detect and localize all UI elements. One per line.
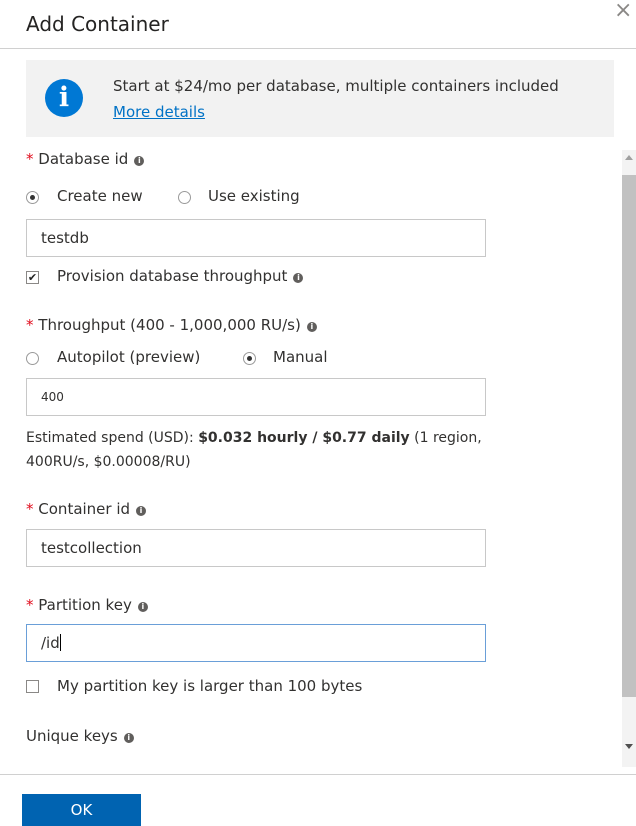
- autopilot-label[interactable]: Autopilot (preview): [57, 348, 200, 366]
- scroll-down-icon[interactable]: [625, 744, 633, 749]
- text-caret: [59, 634, 61, 651]
- manual-label[interactable]: Manual: [273, 348, 328, 366]
- close-icon[interactable]: ×: [614, 0, 632, 24]
- required-marker: *: [26, 150, 34, 168]
- throughput-input[interactable]: 400: [26, 378, 486, 416]
- throughput-text: Throughput (400 - 1,000,000 RU/s): [38, 316, 301, 334]
- database-id-input[interactable]: testdb: [26, 219, 486, 257]
- unique-keys-label: Unique keys i: [26, 727, 134, 745]
- spend-suffix: (1 region,: [409, 430, 482, 446]
- info-tooltip-icon[interactable]: i: [306, 322, 317, 332]
- provision-throughput-checkbox[interactable]: ✔: [26, 271, 39, 284]
- container-id-input[interactable]: testcollection: [26, 529, 486, 567]
- footer-divider: [0, 774, 636, 775]
- use-existing-label[interactable]: Use existing: [208, 187, 300, 205]
- info-tooltip-icon[interactable]: i: [136, 506, 147, 516]
- info-tooltip-icon[interactable]: i: [293, 273, 304, 283]
- unique-keys-text: Unique keys: [26, 727, 118, 745]
- info-tooltip-icon[interactable]: i: [137, 602, 148, 612]
- spend-prefix: Estimated spend (USD):: [26, 430, 199, 446]
- header-divider: [0, 48, 636, 49]
- more-details-link[interactable]: More details: [113, 103, 205, 121]
- provision-throughput-text: Provision database throughput: [57, 267, 288, 285]
- container-id-label: * Container id i: [26, 500, 147, 518]
- spend-amount: $0.032 hourly / $0.77 daily: [198, 430, 410, 446]
- partition-key-value: /id: [41, 634, 60, 652]
- required-marker: *: [26, 596, 34, 614]
- create-new-label[interactable]: Create new: [57, 187, 143, 205]
- database-id-text: Database id: [38, 150, 129, 168]
- provision-throughput-label: Provision database throughput i: [57, 267, 304, 285]
- required-marker: *: [26, 316, 34, 334]
- scroll-up-icon[interactable]: [625, 155, 633, 160]
- info-banner: i Start at $24/mo per database, multiple…: [26, 60, 614, 137]
- create-new-radio[interactable]: [26, 191, 39, 204]
- autopilot-radio[interactable]: [26, 352, 39, 365]
- info-tooltip-icon[interactable]: i: [123, 733, 134, 743]
- info-text: Start at $24/mo per database, multiple c…: [113, 77, 559, 95]
- estimated-spend-line2: 400RU/s, $0.00008/RU): [26, 454, 191, 470]
- scrollbar-thumb[interactable]: [622, 175, 636, 697]
- dialog-title: Add Container: [26, 12, 169, 36]
- manual-radio[interactable]: [243, 352, 256, 365]
- use-existing-radio[interactable]: [178, 191, 191, 204]
- throughput-label: * Throughput (400 - 1,000,000 RU/s) i: [26, 316, 317, 334]
- container-id-text: Container id: [38, 500, 131, 518]
- info-icon: i: [45, 79, 83, 117]
- ok-button[interactable]: OK: [22, 794, 141, 826]
- partition-key-text: Partition key: [38, 596, 132, 614]
- partition-key-input[interactable]: /id: [26, 624, 486, 662]
- partition-key-label: * Partition key i: [26, 596, 148, 614]
- large-partition-key-label[interactable]: My partition key is larger than 100 byte…: [57, 677, 362, 695]
- large-partition-key-checkbox[interactable]: [26, 680, 39, 693]
- database-id-label: * Database id i: [26, 150, 145, 168]
- estimated-spend-line1: Estimated spend (USD): $0.032 hourly / $…: [26, 430, 482, 446]
- required-marker: *: [26, 500, 34, 518]
- info-tooltip-icon[interactable]: i: [134, 156, 145, 166]
